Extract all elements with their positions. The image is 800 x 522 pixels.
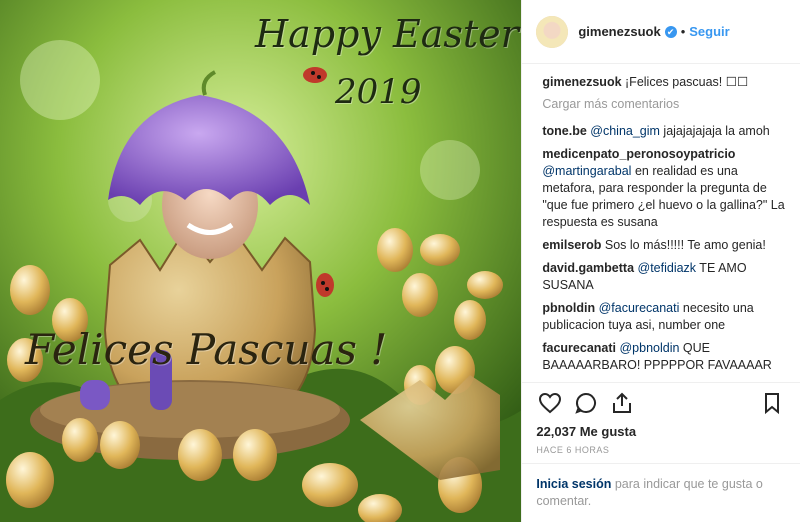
comment-username[interactable]: david.gambetta	[542, 261, 634, 275]
comment-username[interactable]: tone.be	[542, 124, 586, 138]
comment-mention[interactable]: @tefidiazk	[638, 261, 697, 275]
instagram-post: Happy Easter 2019 Felices Pascuas ! gime…	[0, 0, 800, 522]
comment-mention[interactable]: @facurecanati	[599, 301, 680, 315]
comment-username[interactable]: medicenpato_peronosoypatricio	[542, 147, 735, 161]
easter-illustration	[0, 0, 522, 522]
post-image[interactable]: Happy Easter 2019 Felices Pascuas !	[0, 0, 522, 522]
post-header: gimenezsuok ✔ • Seguir	[522, 0, 800, 64]
image-subtitle: Felices Pascuas !	[25, 325, 388, 374]
action-bar	[522, 382, 800, 422]
verified-badge-icon: ✔	[664, 25, 677, 38]
comments-list[interactable]: gimenezsuok ¡Felices pascuas! ☐☐ Cargar …	[522, 64, 800, 382]
comment-mention[interactable]: @martingarabal	[542, 164, 631, 178]
post-sidebar: gimenezsuok ✔ • Seguir gimenezsuok ¡Feli…	[521, 0, 800, 522]
comment-mention[interactable]: @pbnoldin	[619, 341, 679, 355]
caption: gimenezsuok ¡Felices pascuas! ☐☐	[542, 74, 786, 91]
post-username[interactable]: gimenezsuok	[578, 24, 660, 39]
comment-username[interactable]: pbnoldin	[542, 301, 595, 315]
post-timestamp: HACE 6 HORAS	[536, 445, 610, 455]
bookmark-icon[interactable]	[758, 389, 786, 417]
comment-text: Sos lo más!!!!! Te amo genia!	[604, 238, 766, 252]
caption-username[interactable]: gimenezsuok	[542, 75, 621, 89]
image-title-line1: Happy Easter	[255, 12, 519, 56]
login-prompt: Inicia sesión para indicar que te gusta …	[522, 463, 800, 522]
separator-dot: •	[680, 24, 686, 39]
caption-text: ¡Felices pascuas! ☐☐	[625, 75, 749, 89]
image-title-line2: 2019	[335, 72, 422, 112]
comment: facurecanati @pbnoldin QUE BAAAAARBARO! …	[542, 340, 786, 374]
comment: david.gambetta @tefidiazk TE AMO SUSANA	[542, 260, 786, 294]
comment-icon[interactable]	[572, 389, 600, 417]
comment: medicenpato_peronosoypatricio @martingar…	[542, 146, 786, 231]
likes-count[interactable]: 22,037 Me gusta	[522, 422, 800, 439]
comment: tone.be @china_gim jajajajajaja la amoh	[542, 123, 786, 140]
share-icon[interactable]	[608, 389, 636, 417]
login-link[interactable]: Inicia sesión	[536, 477, 611, 491]
comment-thread: tone.be @china_gim jajajajajaja la amoh m…	[542, 123, 786, 382]
heart-icon[interactable]	[536, 389, 564, 417]
comment-mention[interactable]: @china_gim	[590, 124, 660, 138]
comment-username[interactable]: emilserob	[542, 238, 601, 252]
comment-text: jajajajajaja la amoh	[659, 124, 770, 138]
follow-button[interactable]: Seguir	[689, 24, 729, 39]
comment: pbnoldin @facurecanati necesito una publ…	[542, 300, 786, 334]
load-more-comments-button[interactable]: Cargar más comentarios	[542, 97, 786, 111]
avatar[interactable]	[536, 15, 569, 48]
comment: emilserob Sos lo más!!!!! Te amo genia!	[542, 237, 786, 254]
comment-username[interactable]: facurecanati	[542, 341, 616, 355]
